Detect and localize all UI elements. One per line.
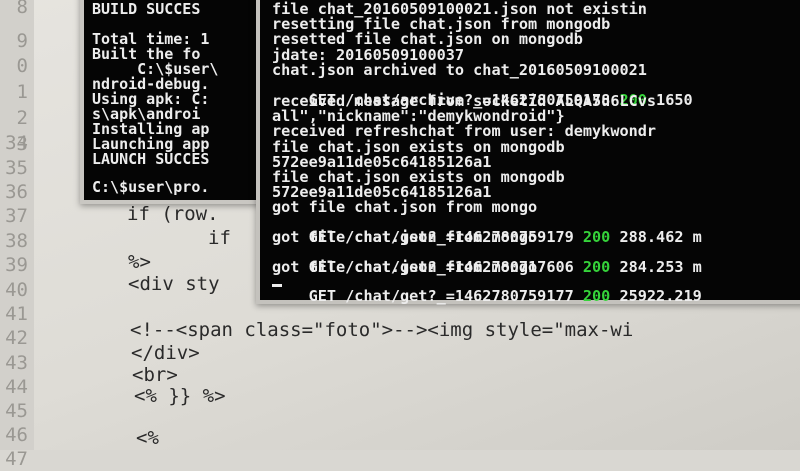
build-console-window[interactable]: BUILD SUCCES Total time: 1 Built the fo … bbox=[80, 0, 278, 204]
line-number: 1 bbox=[16, 81, 28, 103]
code-line[interactable]: <% bbox=[136, 427, 159, 450]
line-number: 0 bbox=[16, 55, 28, 77]
line-number: 42 bbox=[5, 327, 28, 349]
line-number: 41 bbox=[5, 303, 28, 325]
code-line[interactable]: <div sty bbox=[128, 273, 220, 296]
status-code: 200 bbox=[582, 287, 611, 306]
log-line-request: GET /chat/get?_=1462780759177 200 25922.… bbox=[272, 274, 702, 320]
log-line: resetted file chat.json on mongodb bbox=[272, 30, 583, 48]
console-line: BUILD SUCCES bbox=[92, 0, 201, 18]
line-number: 43 bbox=[5, 352, 28, 374]
line-number: 46 bbox=[5, 424, 28, 446]
line-number: 8 bbox=[16, 0, 28, 18]
log-line: got file chat.json from mongo bbox=[272, 228, 538, 246]
status-code: 200 bbox=[582, 228, 611, 247]
log-line: got file chat.json from mongo bbox=[272, 198, 538, 216]
code-line[interactable]: if bbox=[208, 227, 231, 250]
line-number: 38 bbox=[5, 230, 28, 252]
code-line[interactable]: </div> bbox=[131, 342, 200, 365]
server-log-console-window[interactable]: file chat_20160509100021.json not existi… bbox=[256, 0, 800, 304]
line-number: 40 bbox=[5, 279, 28, 301]
line-number: 39 bbox=[5, 254, 28, 276]
text-cursor bbox=[272, 284, 282, 287]
line-number: 34 bbox=[5, 132, 28, 154]
line-number: 44 bbox=[5, 376, 28, 398]
code-line[interactable]: %> bbox=[128, 251, 151, 274]
code-line[interactable]: <!--<span class="foto">--><img style="ma… bbox=[130, 319, 633, 342]
line-number: 36 bbox=[5, 181, 28, 203]
response-time: 25922.219 bbox=[610, 287, 702, 306]
line-number: 2 bbox=[16, 107, 28, 129]
line-number: 45 bbox=[5, 400, 28, 422]
line-number: 9 bbox=[16, 30, 28, 52]
console-line: LAUNCH SUCCES bbox=[92, 150, 210, 168]
response-time: 288.462 m bbox=[610, 228, 702, 247]
log-line: got file chat.json from mongo bbox=[272, 258, 538, 276]
code-line[interactable]: <br> bbox=[132, 364, 178, 387]
line-number: 37 bbox=[5, 205, 28, 227]
code-line[interactable]: <% }} %> bbox=[134, 385, 226, 408]
code-line[interactable]: if (row. bbox=[127, 203, 219, 226]
log-line: chat.json archived to chat_2016050910002… bbox=[272, 61, 647, 79]
line-number: 47 bbox=[5, 448, 28, 470]
line-number: 35 bbox=[5, 157, 28, 179]
request-text: GET /chat/get?_=1462780759177 bbox=[308, 287, 583, 306]
line-number-gutter: 8 9 0 1 2 3 34 35 36 37 38 39 40 41 42 4… bbox=[0, 0, 34, 470]
console-prompt[interactable]: C:\$user\pro. bbox=[92, 180, 209, 195]
log-line: received refreshchat from user: demykwon… bbox=[272, 122, 657, 140]
